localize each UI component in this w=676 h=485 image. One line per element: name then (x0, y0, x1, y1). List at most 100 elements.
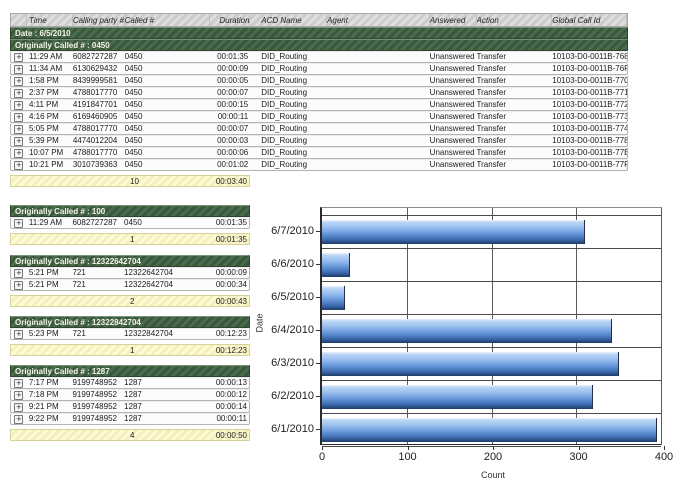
answered-cell: Unanswered (430, 148, 477, 158)
x-tick-label: 100 (398, 451, 416, 463)
gridline-horizontal (322, 281, 661, 282)
time-cell: 9:22 PM (27, 414, 73, 424)
global-call-id-cell: 10103-D0-0011B-771 (552, 88, 627, 98)
expand-row-icon[interactable]: + (14, 219, 23, 228)
x-tick-mark (322, 446, 323, 450)
called-number-cell: 0450 (125, 124, 211, 134)
group-table: Originally Called # : 100 +11:29 AM60827… (10, 205, 250, 245)
gridline-horizontal (322, 314, 661, 315)
expand-row-icon[interactable]: + (14, 125, 23, 134)
expand-row-icon[interactable]: + (14, 101, 23, 110)
called-number-cell: 0450 (125, 148, 211, 158)
calling-party-cell: 6169460905 (73, 112, 125, 122)
group-summary-row: 10 00:03:40 (10, 175, 250, 187)
calling-party-cell: 4788017770 (73, 124, 125, 134)
called-number-cell: 0450 (125, 112, 211, 122)
called-group-band: Originally Called # : 100 (10, 205, 250, 217)
duration-cell: 00:00:14 (209, 402, 249, 412)
table-row: +2:37 PM4788017770045000:00:07DID_Routin… (10, 87, 628, 99)
duration-cell: 00:00:09 (210, 64, 250, 74)
expand-row-icon[interactable]: + (14, 113, 23, 122)
calling-party-cell: 6082727287 (73, 52, 125, 62)
agent-cell (327, 136, 430, 146)
expand-row-icon[interactable]: + (14, 149, 23, 158)
y-tick-label: 6/1/2010 (256, 423, 314, 435)
global-call-id-cell: 10103-D0-0011B-76F (552, 64, 627, 74)
called-number-cell: 1287 (124, 402, 209, 412)
bar-6/6/2010 (322, 253, 350, 277)
expand-row-icon[interactable]: + (14, 269, 23, 278)
expand-row-icon[interactable]: + (14, 379, 23, 388)
header-expand (11, 14, 27, 26)
bar-6/2/2010 (322, 385, 593, 409)
table-row: +10:07 PM4788017770045000:00:06DID_Routi… (10, 147, 628, 159)
called-number-cell: 0450 (125, 76, 211, 86)
x-tick-mark (579, 446, 580, 450)
duration-cell: 00:00:15 (210, 100, 250, 110)
time-cell: 5:39 PM (27, 136, 73, 146)
acd-name-cell: DID_Routing (261, 112, 327, 122)
duration-cell: 00:00:11 (209, 414, 249, 424)
duration-cell: 00:01:35 (210, 52, 250, 62)
x-tick-mark (493, 446, 494, 450)
calling-party-cell: 8439999581 (73, 76, 125, 86)
table-header-row: TimeCalling party #Called #DurationACD N… (10, 13, 628, 27)
expand-row-icon[interactable]: + (14, 403, 23, 412)
group-summary-row: 1 00:12:23 (10, 344, 250, 356)
time-cell: 5:05 PM (27, 124, 73, 134)
y-tick-label: 6/2/2010 (256, 390, 314, 402)
calling-party-cell: 4788017770 (73, 88, 125, 98)
expand-cell: + (11, 329, 27, 339)
time-cell: 11:29 AM (27, 52, 73, 62)
bar-6/4/2010 (322, 319, 612, 343)
called-number-cell: 1287 (124, 414, 209, 424)
expand-row-icon[interactable]: + (14, 65, 23, 74)
column-header: Calling party # (73, 14, 125, 26)
expand-row-icon[interactable]: + (14, 161, 23, 170)
time-cell: 11:34 AM (27, 64, 73, 74)
expand-row-icon[interactable]: + (14, 137, 23, 146)
duration-cell: 00:00:11 (210, 112, 250, 122)
duration-cell: 00:12:23 (209, 329, 249, 339)
chart-plot-area (320, 207, 662, 445)
group-table: Originally Called # : 1287 +7:17 PM91997… (10, 365, 250, 441)
called-number-cell: 12322642704 (124, 280, 209, 290)
gridline-horizontal (322, 347, 661, 348)
expand-cell: + (11, 88, 27, 98)
acd-name-cell: DID_Routing (261, 124, 327, 134)
called-number-cell: 12322642704 (124, 268, 209, 278)
global-call-id-cell: 10103-D0-0011B-770 (552, 76, 627, 86)
x-axis-title: Count (481, 470, 505, 480)
expand-row-icon[interactable]: + (14, 77, 23, 86)
global-call-id-cell: 10103-D0-0011B-778 (552, 136, 627, 146)
acd-name-cell: DID_Routing (261, 148, 327, 158)
time-cell: 4:16 PM (27, 112, 73, 122)
action-cell: Transfer (477, 112, 553, 122)
time-cell: 7:17 PM (27, 378, 73, 388)
expand-row-icon[interactable]: + (14, 415, 23, 424)
duration-cell: 00:00:12 (209, 390, 249, 400)
expand-row-icon[interactable]: + (14, 391, 23, 400)
called-number-cell: 0450 (125, 88, 211, 98)
expand-cell: + (11, 402, 27, 412)
called-group-band: Originally Called # : 12322642704 (10, 255, 250, 267)
bar-6/1/2010 (322, 418, 657, 442)
table-row: +5:21 PM7211232264270400:00:09 (10, 267, 250, 279)
time-cell: 10:07 PM (27, 148, 73, 158)
called-number-cell: 0450 (125, 136, 211, 146)
column-header: Action (477, 14, 553, 26)
agent-cell (327, 64, 430, 74)
summary-duration: 00:00:43 (209, 296, 249, 306)
expand-row-icon[interactable]: + (14, 89, 23, 98)
answered-cell: Unanswered (430, 160, 477, 170)
called-number-cell: 0450 (125, 160, 211, 170)
time-cell: 2:37 PM (27, 88, 73, 98)
x-tick-mark (664, 446, 665, 450)
expand-row-icon[interactable]: + (14, 53, 23, 62)
expand-row-icon[interactable]: + (14, 330, 23, 339)
y-tick-mark (316, 429, 321, 430)
bar-6/5/2010 (322, 286, 345, 310)
agent-cell (327, 52, 430, 62)
x-tick-label: 200 (484, 451, 502, 463)
expand-row-icon[interactable]: + (14, 281, 23, 290)
